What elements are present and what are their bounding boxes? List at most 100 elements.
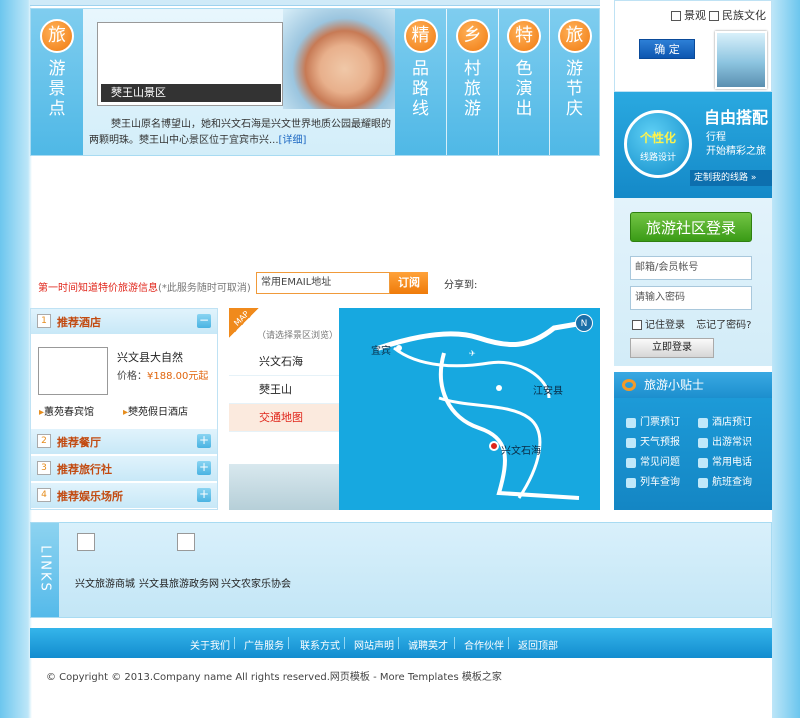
tip-label: 航班查询 bbox=[712, 477, 752, 488]
cycling-photo bbox=[715, 31, 767, 89]
option-label: 景观 bbox=[684, 9, 706, 22]
map-item-traffic[interactable]: 交通地图 bbox=[229, 404, 339, 432]
confirm-button[interactable]: 确 定 bbox=[639, 39, 695, 59]
circle-subtitle: 线路设计 bbox=[639, 153, 676, 163]
price-value: ¥188.00元起 bbox=[147, 371, 209, 382]
description-text: 僰王山原名博望山，她和兴文石海是兴文世界地质公园最耀眼的两颗明珠。僰王山中心景区… bbox=[89, 119, 391, 146]
map-pin-icon[interactable] bbox=[489, 441, 499, 451]
map-plane-icon: ✈ bbox=[469, 349, 476, 358]
guide-icon bbox=[698, 438, 708, 448]
map-label-xingwen: 兴文石海 bbox=[501, 446, 541, 457]
footer-link-statement[interactable]: 网站声明 bbox=[354, 637, 394, 652]
password-input[interactable]: 请输入密码 bbox=[630, 286, 752, 310]
map-point bbox=[396, 345, 402, 351]
tip-faq[interactable]: 常见问题 bbox=[624, 454, 699, 472]
footer-link-partners[interactable]: 合作伙伴 bbox=[464, 637, 504, 652]
section-label: 推荐旅行社 bbox=[57, 463, 112, 476]
link-logo[interactable] bbox=[77, 533, 95, 551]
option-label: 民族文化 bbox=[722, 9, 766, 22]
route-circle-badge: 个性化 线路设计 bbox=[624, 110, 692, 178]
tab-festivals[interactable]: 旅 游节庆 bbox=[550, 9, 599, 155]
tab-badge: 旅 bbox=[557, 19, 592, 53]
links-label: LINKS bbox=[31, 523, 59, 617]
subscribe-notice: 第一时间知道特价旅游信息(*此服务随时可取消) bbox=[38, 279, 251, 294]
login-button[interactable]: 立即登录 bbox=[630, 338, 714, 358]
subscribe-button[interactable]: 订阅 bbox=[390, 272, 428, 294]
link-item[interactable]: 兴文农家乐协会 bbox=[221, 575, 291, 590]
filter-option-landscape[interactable]: 景观 bbox=[671, 7, 706, 23]
tip-label: 酒店预订 bbox=[712, 417, 752, 428]
filter-option-culture[interactable]: 民族文化 bbox=[709, 7, 766, 23]
expand-icon[interactable]: + bbox=[197, 488, 211, 502]
lifebuoy-icon bbox=[622, 379, 636, 391]
map-item-shihai[interactable]: 兴文石海 bbox=[229, 348, 339, 376]
map-menu: MAP （请选择景区浏览） 兴文石海 僰王山 交通地图 bbox=[229, 308, 339, 510]
forgot-password-link[interactable]: 忘记了密码? bbox=[696, 320, 751, 331]
tip-weather[interactable]: 天气预报 bbox=[624, 434, 699, 452]
collapse-icon[interactable]: − bbox=[197, 314, 211, 328]
separator bbox=[508, 637, 509, 649]
tip-hotel-booking[interactable]: 酒店预订 bbox=[696, 414, 771, 432]
price-label: 价格： bbox=[117, 371, 147, 382]
section-entertainment[interactable]: 4 推荐娱乐场所 + bbox=[31, 483, 217, 509]
footer-link-about[interactable]: 关于我们 bbox=[190, 637, 230, 652]
tip-label: 列车查询 bbox=[640, 477, 680, 488]
tab-featured-routes[interactable]: 精 品路线 bbox=[395, 9, 446, 155]
map-item-bowangshan[interactable]: 僰王山 bbox=[229, 376, 339, 404]
tab-rural-tourism[interactable]: 乡 村旅游 bbox=[447, 9, 498, 155]
road-path bbox=[438, 352, 580, 500]
section-hotels[interactable]: 1 推荐酒店 − bbox=[31, 309, 217, 335]
footer-link-jobs[interactable]: 诚聘英才 bbox=[408, 637, 448, 652]
links-label-text: LINKS bbox=[37, 545, 53, 593]
hotel-name[interactable]: 兴文县大自然 bbox=[117, 349, 183, 365]
link-item[interactable]: 兴文县旅游政务网 bbox=[139, 575, 219, 590]
hotel-link[interactable]: ▸僰苑假日酒店 bbox=[123, 403, 188, 418]
ticket-icon bbox=[626, 418, 636, 428]
footer-link-top[interactable]: 返回顶部 bbox=[518, 637, 558, 652]
plane-icon bbox=[698, 478, 708, 488]
hotel-icon bbox=[698, 418, 708, 428]
hotel-image[interactable] bbox=[38, 347, 108, 395]
tip-label: 天气预报 bbox=[640, 437, 680, 448]
tip-flight[interactable]: 航班查询 bbox=[696, 474, 771, 492]
river-path bbox=[376, 319, 592, 351]
map-hint: （请选择景区浏览） bbox=[257, 331, 339, 341]
tip-label: 常见问题 bbox=[640, 457, 680, 468]
hotel-link[interactable]: ▸蕙苑春宾馆 bbox=[39, 403, 94, 418]
filter-box: 景观 民族文化 确 定 bbox=[614, 0, 772, 92]
footer-link-ads[interactable]: 广告服务 bbox=[244, 637, 284, 652]
route-design-box[interactable]: 个性化 线路设计 自由搭配 行程 开始精彩之旅 定制我的线路 » bbox=[614, 92, 772, 198]
recommend-accordion: 1 推荐酒店 − 兴文县大自然 价格：¥188.00元起 ▸蕙苑春宾馆 ▸僰苑假… bbox=[30, 308, 218, 510]
top-strip bbox=[30, 0, 600, 6]
section-travel-agencies[interactable]: 3 推荐旅行社 + bbox=[31, 456, 217, 482]
notice-note: (*此服务随时可取消) bbox=[158, 283, 251, 294]
footer-link-contact[interactable]: 联系方式 bbox=[300, 637, 340, 652]
expand-icon[interactable]: + bbox=[197, 434, 211, 448]
tip-phone[interactable]: 常用电话 bbox=[696, 454, 771, 472]
remember-checkbox[interactable] bbox=[632, 320, 642, 330]
account-input[interactable]: 邮箱/会员帐号 bbox=[630, 256, 752, 280]
link-item[interactable]: 兴文旅游商城 bbox=[75, 575, 135, 590]
email-input[interactable]: 常用EMAIL地址 bbox=[256, 272, 390, 294]
tab-label: 游节庆 bbox=[566, 59, 583, 119]
customize-route-link[interactable]: 定制我的线路 » bbox=[690, 170, 772, 186]
weather-icon bbox=[626, 438, 636, 448]
tip-ticket-booking[interactable]: 门票预订 bbox=[624, 414, 699, 432]
section-restaurants[interactable]: 2 推荐餐厅 + bbox=[31, 429, 217, 455]
checkbox[interactable] bbox=[709, 11, 719, 21]
tab-scenic-spots[interactable]: 旅 游景点 bbox=[31, 9, 83, 155]
link-logo[interactable] bbox=[177, 533, 195, 551]
tab-badge: 旅 bbox=[40, 19, 74, 53]
route-map[interactable]: ✈ bbox=[339, 308, 600, 510]
circle-title: 个性化 bbox=[639, 131, 676, 145]
tip-train[interactable]: 列车查询 bbox=[624, 474, 699, 492]
tip-travel-knowledge[interactable]: 出游常识 bbox=[696, 434, 771, 452]
hotel-link-label: 蕙苑春宾馆 bbox=[44, 407, 95, 418]
tip-label: 门票预订 bbox=[640, 417, 680, 428]
tab-label: 村旅游 bbox=[464, 59, 481, 119]
more-link[interactable]: [详细] bbox=[279, 135, 307, 146]
remember-row: 记住登录 忘记了密码? bbox=[632, 316, 752, 331]
tab-special-shows[interactable]: 特 色演出 bbox=[499, 9, 549, 155]
checkbox[interactable] bbox=[671, 11, 681, 21]
expand-icon[interactable]: + bbox=[197, 461, 211, 475]
